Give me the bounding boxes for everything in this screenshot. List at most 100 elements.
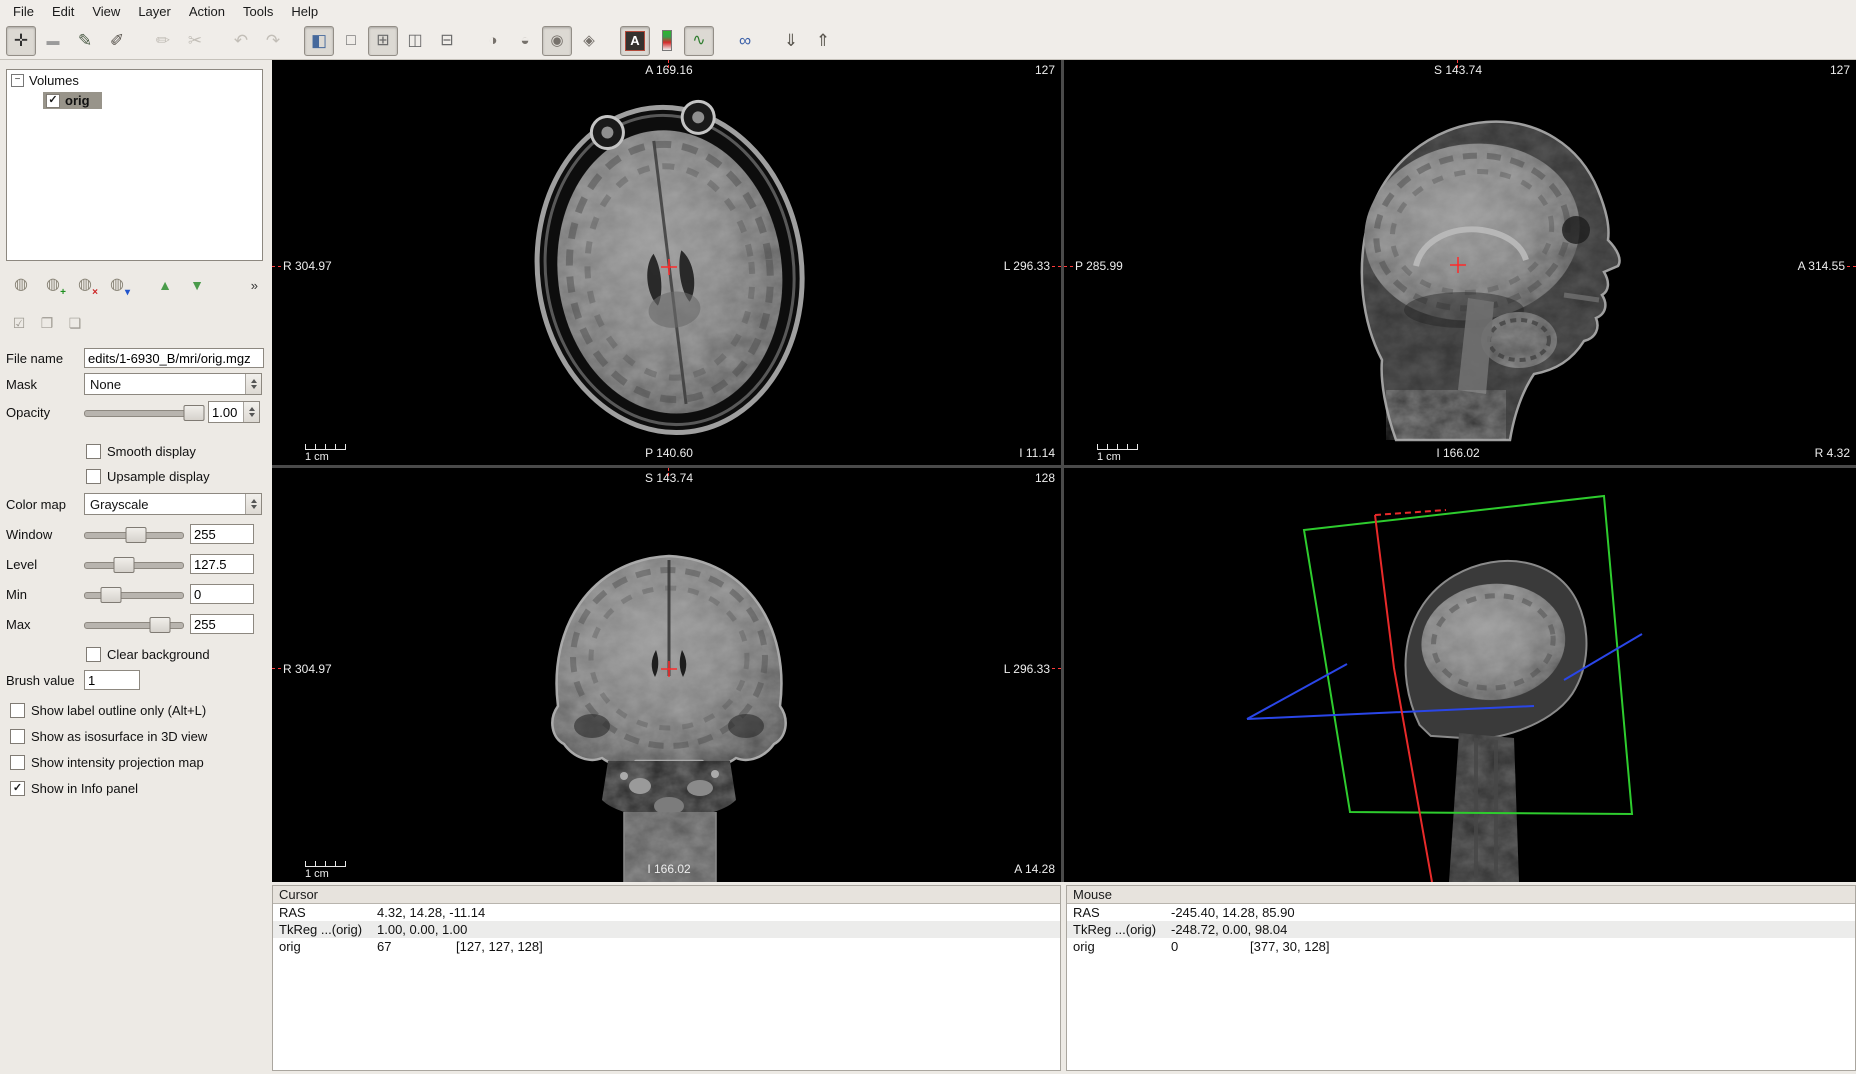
slice-tick-left [1064, 266, 1073, 267]
layout-1x3-button[interactable]: ◫ [400, 26, 430, 56]
slider-handle[interactable] [150, 617, 171, 633]
brush-value-input[interactable] [84, 670, 140, 690]
menu-layer[interactable]: Layer [129, 2, 180, 21]
opacity-spinbox[interactable] [208, 401, 260, 423]
save-screenshot-button[interactable]: ⇓ [776, 26, 806, 56]
mouse-info-panel: Mouse RAS -245.40, 14.28, 85.90 TkReg ..… [1066, 885, 1856, 1071]
recon-edit-button[interactable]: ✐ [102, 26, 132, 56]
menu-action[interactable]: Action [180, 2, 234, 21]
navigate-tool-button[interactable]: ✛ [6, 26, 36, 56]
axial-view[interactable]: A 169.16 127 R 304.97 L 296.33 P 140.60 … [272, 60, 1061, 465]
menu-edit[interactable]: Edit [43, 2, 83, 21]
upsample-display-checkbox[interactable] [86, 469, 101, 484]
toggle-control-panel-button[interactable]: ◧ [304, 26, 334, 56]
slider-handle[interactable] [126, 527, 147, 543]
copy-button[interactable]: ❐ [34, 311, 60, 335]
min-input[interactable] [190, 584, 254, 604]
load-volume-button[interactable]: ◍ [6, 272, 36, 298]
coronal-top-label: S 143.74 [645, 471, 693, 485]
level-slider[interactable] [84, 557, 184, 572]
new-volume-button[interactable]: ◍+ [38, 272, 68, 298]
tree-item-orig[interactable]: ✓ orig [43, 92, 102, 109]
goto-point-button[interactable]: ∞ [730, 26, 760, 56]
smooth-display-label: Smooth display [107, 444, 196, 459]
smooth-display-checkbox[interactable] [86, 444, 101, 459]
paste-button[interactable]: ❏ [62, 311, 88, 335]
show-label-outline-checkbox[interactable] [10, 703, 25, 718]
layout-2x2-button[interactable]: ⊞ [368, 26, 398, 56]
row-value: -248.72, 0.00, 98.04 [1171, 922, 1287, 937]
toolbar-separator [133, 28, 147, 54]
window-input[interactable] [190, 524, 254, 544]
slider-handle[interactable] [101, 587, 122, 603]
move-layer-up-button[interactable]: ▲ [150, 272, 180, 298]
min-label: Min [6, 587, 78, 602]
view-3d[interactable] [1064, 468, 1856, 882]
max-input[interactable] [190, 614, 254, 634]
scissors-button[interactable]: ✂ [180, 26, 210, 56]
sagittal-head-icon: ◑ [488, 33, 497, 48]
clear-background-checkbox[interactable] [86, 647, 101, 662]
opacity-slider[interactable] [84, 405, 202, 420]
max-slider[interactable] [84, 617, 184, 632]
show-in-info-panel-checkbox[interactable]: ✓ [10, 781, 25, 796]
sagittal-view[interactable]: S 143.74 127 P 285.99 A 314.55 I 166.02 … [1064, 60, 1856, 465]
layout-1x3-h-button[interactable]: ⊟ [432, 26, 462, 56]
move-layer-down-button[interactable]: ▼ [182, 272, 212, 298]
slider-handle[interactable] [183, 405, 204, 421]
file-name-input[interactable] [84, 348, 264, 368]
axial-head-icon: ◉ [550, 33, 563, 48]
view-axial-button[interactable]: ◉ [542, 26, 572, 56]
coronal-view[interactable]: S 143.74 128 R 304.97 L 296.33 I 166.02 … [272, 468, 1061, 882]
histogram-button[interactable]: ∿ [684, 26, 714, 56]
menu-file[interactable]: File [4, 2, 43, 21]
save-volume-button[interactable]: ⇑ [808, 26, 838, 56]
toolbar-overflow-chevron[interactable]: » [251, 278, 258, 293]
tree-expander-icon[interactable]: − [11, 74, 24, 87]
sagittal-top-label: S 143.74 [1434, 63, 1482, 77]
close-volume-button[interactable]: ◍× [70, 272, 100, 298]
show-label-outline-label: Show label outline only (Alt+L) [31, 703, 206, 718]
menu-help[interactable]: Help [282, 2, 327, 21]
min-slider[interactable] [84, 587, 184, 602]
voxel-edit-button[interactable]: ✎ [70, 26, 100, 56]
level-input[interactable] [190, 554, 254, 574]
save-volume-sidebar-button[interactable]: ◍▾ [102, 272, 132, 298]
check-icon: ✓ [13, 783, 22, 794]
slice-tick-right [1052, 266, 1061, 267]
show-colorbar-button[interactable] [652, 26, 682, 56]
row-label: orig [1073, 939, 1095, 954]
slider-handle[interactable] [114, 557, 135, 573]
view-sagittal-button[interactable]: ◑ [478, 26, 508, 56]
mouse-panel-header: Mouse [1067, 886, 1855, 904]
polyline-edit-button[interactable]: ✏ [148, 26, 178, 56]
slider-groove [84, 592, 184, 599]
measure-tool-button[interactable]: ▬ [38, 26, 68, 56]
volumes-tree-root[interactable]: − Volumes [7, 70, 262, 91]
window-slider[interactable] [84, 527, 184, 542]
menu-view[interactable]: View [83, 2, 129, 21]
view-3d-button[interactable]: ◈ [574, 26, 604, 56]
slice-tick-left [272, 266, 281, 267]
orig-visible-checkbox[interactable]: ✓ [46, 94, 60, 108]
coronal-right-label: L 296.33 [1004, 662, 1050, 676]
voxel-edit-icon: ✎ [78, 32, 92, 49]
select-all-button[interactable]: ☑ [6, 311, 32, 335]
menu-tools[interactable]: Tools [234, 2, 282, 21]
layout-1x1-button[interactable]: □ [336, 26, 366, 56]
opacity-input[interactable] [209, 403, 243, 421]
axial-left-label: R 304.97 [283, 259, 332, 273]
show-annotations-button[interactable]: A [620, 26, 650, 56]
axial-top-label: A 169.16 [645, 63, 692, 77]
row-value: -245.40, 14.28, 85.90 [1171, 905, 1295, 920]
mask-combo[interactable]: None [84, 373, 262, 395]
show-isosurface-checkbox[interactable] [10, 729, 25, 744]
color-map-combo[interactable]: Grayscale [84, 493, 262, 515]
up-arrow-icon: ▲ [158, 278, 172, 292]
redo-button[interactable]: ↷ [258, 26, 288, 56]
down-arrow-icon: ▼ [190, 278, 204, 292]
view-coronal-button[interactable]: ◒ [510, 26, 540, 56]
show-intensity-projection-checkbox[interactable] [10, 755, 25, 770]
axial-slice-number: 127 [1035, 63, 1055, 77]
undo-button[interactable]: ↶ [226, 26, 256, 56]
